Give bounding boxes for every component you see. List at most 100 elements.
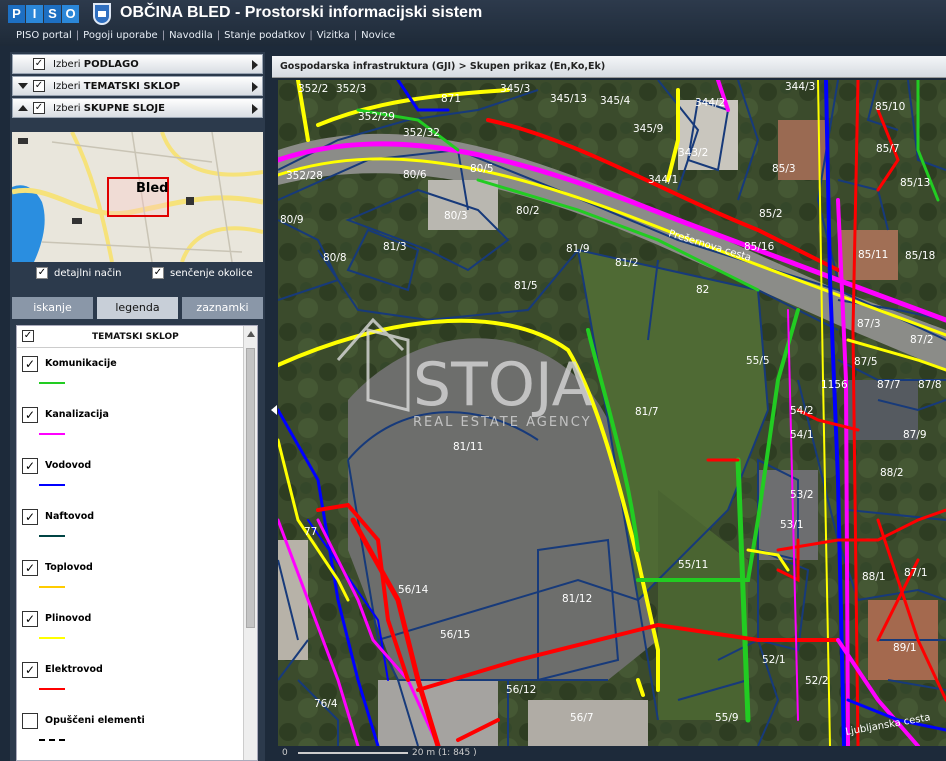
parcel-number-label[interactable]: 345/3 (500, 83, 530, 95)
legend-item-checkbox[interactable]: ✓ (22, 356, 38, 372)
parcel-number-label[interactable]: 80/2 (516, 205, 540, 217)
parcel-number-label[interactable]: 52/2 (805, 675, 829, 687)
parcel-number-label[interactable]: 80/3 (444, 210, 468, 222)
legend-item[interactable]: ✓ Kanalizacija (17, 403, 243, 454)
parcel-number-label[interactable]: 55/5 (746, 355, 770, 367)
scrollbar-thumb[interactable] (246, 348, 255, 628)
parcel-number-label[interactable]: 81/12 (562, 593, 592, 605)
parcel-number-label[interactable]: 85/2 (759, 208, 783, 220)
parcel-number-label[interactable]: 88/2 (880, 467, 904, 479)
select-common-layers[interactable]: ✓ Izberi SKUPNE SLOJE (12, 98, 263, 118)
overview-minimap[interactable]: Bled (12, 132, 263, 262)
nav-stanje-podatkov[interactable]: Stanje podatkov (224, 30, 305, 41)
nav-piso-portal[interactable]: PISO portal (16, 30, 72, 41)
parcel-number-label[interactable]: 344/1 (648, 174, 678, 186)
legend-item-checkbox[interactable]: ✓ (22, 611, 38, 627)
parcel-number-label[interactable]: 54/2 (790, 405, 814, 417)
parcel-number-label[interactable]: 55/9 (715, 712, 739, 724)
shading-option[interactable]: ✓ senčenje okolice (152, 267, 253, 279)
parcel-number-label[interactable]: 87/1 (904, 567, 928, 579)
parcel-number-label[interactable]: 81/5 (514, 280, 538, 292)
thematic-set-checkbox[interactable]: ✓ (33, 80, 45, 92)
parcel-number-label[interactable]: 80/8 (323, 252, 347, 264)
legend-item-checkbox[interactable]: ✓ (22, 662, 38, 678)
legend-item-checkbox[interactable]: ✓ (22, 560, 38, 576)
parcel-number-label[interactable]: 352/29 (358, 111, 395, 123)
parcel-number-label[interactable]: 352/3 (336, 83, 366, 95)
legend-item[interactable]: ✓ Toplovod (17, 556, 243, 607)
parcel-number-label[interactable]: 89/1 (893, 642, 917, 654)
parcel-number-label[interactable]: 80/9 (280, 214, 304, 226)
parcel-number-label[interactable]: 56/15 (440, 629, 470, 641)
parcel-number-label[interactable]: 56/14 (398, 584, 429, 596)
common-layers-checkbox[interactable]: ✓ (33, 102, 45, 114)
parcel-number-label[interactable]: 343/2 (678, 147, 708, 159)
parcel-number-label[interactable]: 88/1 (862, 571, 886, 583)
parcel-number-label[interactable]: 52/1 (762, 654, 786, 666)
parcel-number-label[interactable]: 81/9 (566, 243, 590, 255)
parcel-number-label[interactable]: 77 (304, 526, 317, 538)
tab-iskanje[interactable]: iskanje (12, 297, 93, 319)
parcel-number-label[interactable]: 352/32 (403, 127, 440, 139)
parcel-number-label[interactable]: 81/11 (453, 441, 483, 453)
parcel-number-label[interactable]: 55/11 (678, 559, 708, 571)
detailed-mode-checkbox[interactable]: ✓ (36, 267, 48, 279)
parcel-number-label[interactable]: 85/7 (876, 143, 900, 155)
legend-scrollbar[interactable] (243, 326, 257, 760)
parcel-number-label[interactable]: 352/28 (286, 170, 323, 182)
select-base-layer[interactable]: ✓ Izberi PODLAGO (12, 54, 263, 74)
parcel-number-label[interactable]: 345/9 (633, 123, 663, 135)
parcel-number-label[interactable]: 87/8 (918, 379, 942, 391)
nav-novice[interactable]: Novice (361, 30, 395, 41)
parcel-number-label[interactable]: 81/7 (635, 406, 659, 418)
nav-pogoji-uporabe[interactable]: Pogoji uporabe (83, 30, 158, 41)
tab-legenda[interactable]: legenda (97, 297, 178, 319)
nav-vizitka[interactable]: Vizitka (317, 30, 350, 41)
legend-item[interactable]: Opuščeni elementi (17, 709, 243, 760)
parcel-number-label[interactable]: 53/2 (790, 489, 814, 501)
legend-item[interactable]: ✓ Plinovod (17, 607, 243, 658)
parcel-number-label[interactable]: 85/18 (905, 250, 935, 262)
parcel-number-label[interactable]: 85/10 (875, 101, 905, 113)
legend-item[interactable]: ✓ Komunikacije (17, 352, 243, 403)
parcel-number-label[interactable]: 345/4 (600, 95, 631, 107)
parcel-number-label[interactable]: 54/1 (790, 429, 814, 441)
parcel-number-label[interactable]: 76/4 (314, 698, 338, 710)
parcel-number-label[interactable]: 87/5 (854, 356, 878, 368)
legend-item-checkbox[interactable]: ✓ (22, 407, 38, 423)
legend-all-checkbox[interactable]: ✓ (22, 330, 34, 342)
parcel-number-label[interactable]: 87/7 (877, 379, 901, 391)
parcel-number-label[interactable]: 1156 (821, 379, 848, 391)
parcel-number-label[interactable]: 53/1 (780, 519, 804, 531)
shading-checkbox[interactable]: ✓ (152, 267, 164, 279)
select-thematic-set[interactable]: ✓ Izberi TEMATSKI SKLOP (12, 76, 263, 96)
legend-item[interactable]: ✓ Elektrovod (17, 658, 243, 709)
parcel-number-label[interactable]: 56/7 (570, 712, 594, 724)
parcel-number-label[interactable]: 80/5 (470, 163, 494, 175)
parcel-number-label[interactable]: 85/16 (744, 241, 775, 253)
parcel-number-label[interactable]: 85/11 (858, 249, 888, 261)
parcel-number-label[interactable]: 56/12 (506, 684, 536, 696)
legend-item-checkbox[interactable]: ✓ (22, 458, 38, 474)
parcel-number-label[interactable]: 81/2 (615, 257, 639, 269)
parcel-number-label[interactable]: 81/3 (383, 241, 407, 253)
legend-item-checkbox[interactable] (22, 713, 38, 729)
parcel-number-label[interactable]: 344/3 (785, 81, 815, 93)
parcel-number-label[interactable]: 85/13 (900, 177, 930, 189)
legend-item[interactable]: ✓ Naftovod (17, 505, 243, 556)
detailed-mode-option[interactable]: ✓ detajlni način (36, 267, 121, 279)
parcel-number-label[interactable]: 87/2 (910, 334, 934, 346)
piso-logo[interactable]: P I S O (8, 5, 80, 23)
legend-item[interactable]: ✓ Vodovod (17, 454, 243, 505)
parcel-number-label[interactable]: 85/3 (772, 163, 796, 175)
parcel-number-label[interactable]: 871 (441, 93, 461, 105)
parcel-number-label[interactable]: 87/3 (857, 318, 881, 330)
parcel-number-label[interactable]: 87/9 (903, 429, 927, 441)
parcel-number-label[interactable]: 352/2 (298, 83, 328, 95)
parcel-number-label[interactable]: 345/13 (550, 93, 587, 105)
parcel-number-label[interactable]: 82 (696, 284, 709, 296)
collapse-panel-icon[interactable] (271, 405, 277, 415)
map-viewport[interactable]: STOJA REAL ESTATE AGENCY 352/2 352/3 352/2… (278, 80, 946, 746)
legend-item-checkbox[interactable]: ✓ (22, 509, 38, 525)
tab-zaznamki[interactable]: zaznamki (182, 297, 263, 319)
